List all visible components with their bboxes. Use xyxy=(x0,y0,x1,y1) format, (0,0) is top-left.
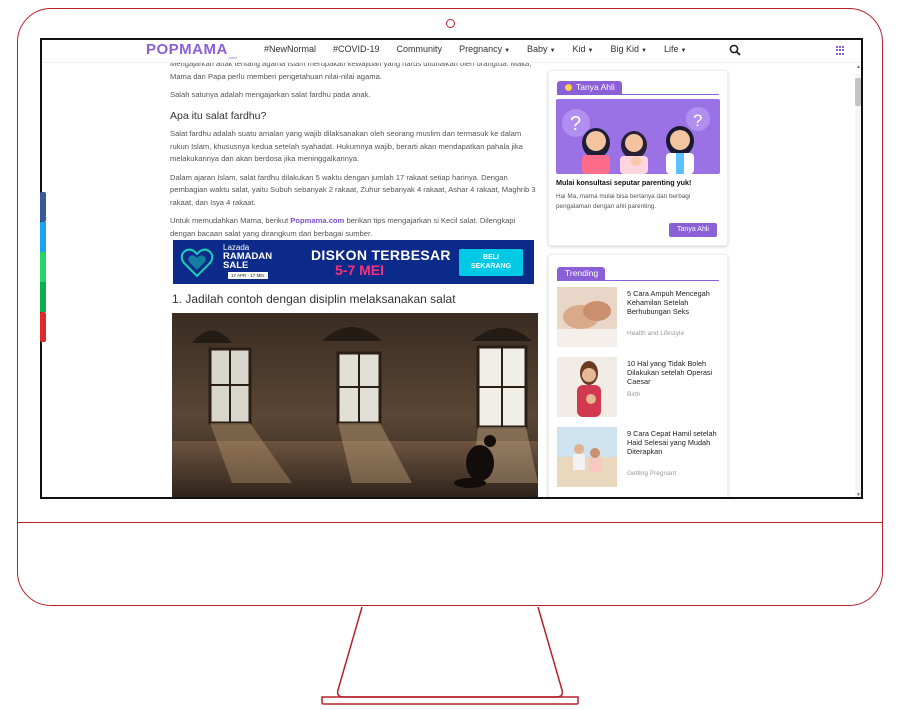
nav-item-life[interactable]: Life ▼ xyxy=(664,44,686,54)
nav-item-big-kid[interactable]: Big Kid ▼ xyxy=(610,44,646,54)
scrollbar-track[interactable] xyxy=(855,74,861,497)
nav-item-kid[interactable]: Kid ▼ xyxy=(573,44,594,54)
trending-item[interactable]: 5 Cara Ampuh Mencegah Kehamilan Setelah … xyxy=(557,287,717,349)
chevron-down-icon: ▼ xyxy=(504,48,511,54)
social-share-bar[interactable] xyxy=(40,192,46,342)
nav-item-baby[interactable]: Baby ▼ xyxy=(527,44,555,54)
trending-tag: Trending xyxy=(557,267,606,280)
article-paragraph: Dalam ajaran Islam, salat fardhu dilakuk… xyxy=(170,172,536,207)
parenting-illustration: ? ? xyxy=(556,99,720,174)
popmama-link[interactable]: Popmama.com xyxy=(290,216,344,225)
trending-category: Health and Lifestyle xyxy=(627,330,685,337)
trending-card: Trending 5 Cara Ampuh Mencegah Kehamilan… xyxy=(548,254,728,497)
mosque-photo xyxy=(172,313,538,497)
article-subheading: 1. Jadilah contoh dengan disiplin melaks… xyxy=(172,292,456,306)
nav-menu: #NewNormal #COVID-19 Community Pregnancy… xyxy=(264,44,686,54)
article-body: Mengajarkan anak tentang agama Islam mer… xyxy=(170,58,538,246)
trending-item[interactable]: 9 Cara Cepat Hamil setelah Haid Selesai … xyxy=(557,427,717,489)
trending-title[interactable]: 9 Cara Cepat Hamil setelah Haid Selesai … xyxy=(627,429,722,456)
nav-item-pregnancy[interactable]: Pregnancy ▼ xyxy=(459,44,510,54)
monitor-bezel-line xyxy=(17,522,883,523)
camera-icon xyxy=(446,19,455,28)
scroll-down-icon[interactable]: ▼ xyxy=(856,492,861,497)
banner-brand: Lazada RAMADAN SALE xyxy=(223,243,273,271)
article-paragraph: Salat fardhu adalah suatu amalan yang wa… xyxy=(170,129,523,163)
article-paragraph: Untuk memudahkan Mama, berikut Popmama.c… xyxy=(170,216,516,238)
chevron-down-icon: ▼ xyxy=(587,48,594,54)
trending-thumbnail xyxy=(557,287,617,347)
ask-expert-button[interactable]: Tanya Ahli xyxy=(669,223,717,237)
nav-item-covid19[interactable]: #COVID-19 xyxy=(333,44,380,54)
article-heading: Apa itu salat fardhu? xyxy=(170,109,267,122)
ask-expert-title: Mulai konsultasi seputar parenting yuk! xyxy=(556,178,692,187)
ask-expert-description: Hai Ma, mama mulai bisa bertanya dan ber… xyxy=(556,193,691,210)
trending-title[interactable]: 5 Cara Ampuh Mencegah Kehamilan Setelah … xyxy=(627,289,722,316)
svg-text:?: ? xyxy=(693,111,702,130)
trending-category: Birth xyxy=(627,391,641,398)
chevron-down-icon: ▼ xyxy=(680,48,687,54)
banner-cta-button[interactable]: BELI SEKARANG xyxy=(459,249,523,276)
ask-expert-tag: Tanya Ahli xyxy=(557,81,622,94)
grid-menu-icon[interactable] xyxy=(836,46,845,55)
scroll-up-icon[interactable]: ▲ xyxy=(856,64,861,70)
nav-item-community[interactable]: Community xyxy=(397,44,443,54)
bulb-icon xyxy=(565,84,572,91)
ask-expert-card: Tanya Ahli ? ? Mulai konsultasi seputar … xyxy=(548,70,728,246)
chevron-down-icon: ▼ xyxy=(549,48,556,54)
ask-expert-tag-underline xyxy=(557,94,719,95)
lazada-ad-banner[interactable]: Lazada RAMADAN SALE 17 APR - 17 MEI DISK… xyxy=(173,240,534,284)
scrollbar-thumb[interactable] xyxy=(855,78,861,106)
trending-category: Getting Pregnant xyxy=(627,470,677,477)
trending-tag-underline xyxy=(557,280,719,281)
top-navigation: POPMAMA .com #NewNormal #COVID-19 Commun… xyxy=(42,40,861,63)
popmama-logo[interactable]: POPMAMA xyxy=(146,41,228,58)
trending-title[interactable]: 10 Hal yang Tidak Boleh Dilakukan setela… xyxy=(627,359,722,386)
chevron-down-icon: ▼ xyxy=(641,48,647,54)
svg-text:?: ? xyxy=(570,113,581,135)
logo-domain: .com xyxy=(228,55,237,60)
trending-thumbnail xyxy=(557,427,617,487)
trending-item[interactable]: 10 Hal yang Tidak Boleh Dilakukan setela… xyxy=(557,357,717,419)
search-icon[interactable] xyxy=(729,44,741,56)
nav-item-newnormal[interactable]: #NewNormal xyxy=(264,44,316,54)
banner-subheadline: 5-7 MEI xyxy=(335,262,385,278)
trending-thumbnail xyxy=(557,357,617,417)
article-paragraph: Salah satunya adalah mengajarkan salat f… xyxy=(170,90,371,99)
lazada-heart-logo xyxy=(180,248,214,278)
browser-viewport: Mengajarkan anak tentang agama Islam mer… xyxy=(40,38,863,499)
banner-headline: DISKON TERBESAR xyxy=(311,247,451,263)
banner-dates: 17 APR - 17 MEI xyxy=(228,272,268,279)
